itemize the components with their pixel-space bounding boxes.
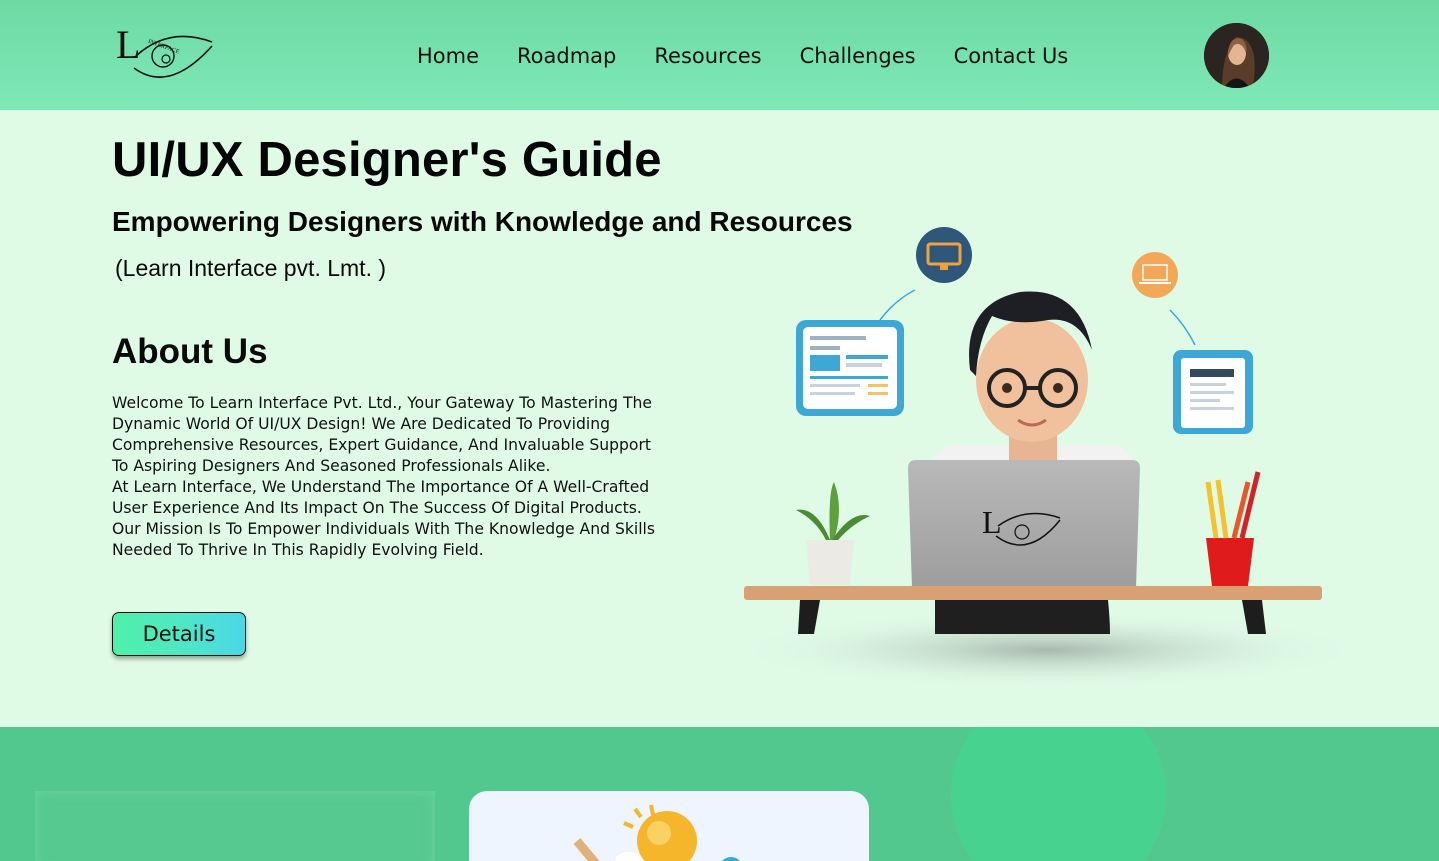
laptop: L bbox=[908, 460, 1140, 588]
laptop-icon bbox=[1132, 252, 1178, 298]
pencil-icon bbox=[1205, 471, 1261, 586]
logo[interactable]: L INTERFACE bbox=[114, 22, 218, 84]
site-header: L INTERFACE Home Roadmap Resources Chall… bbox=[0, 0, 1439, 110]
monitor-icon bbox=[916, 227, 972, 283]
designer-illustration: L bbox=[730, 227, 1368, 690]
article-icon bbox=[1173, 350, 1253, 434]
plant bbox=[796, 482, 870, 585]
nav-contact-us[interactable]: Contact Us bbox=[954, 40, 1069, 72]
feature-card[interactable] bbox=[35, 791, 435, 861]
decorative-circle bbox=[951, 727, 1166, 861]
details-button[interactable]: Details bbox=[112, 612, 246, 656]
logo-letter: L bbox=[116, 22, 140, 67]
svg-text:L: L bbox=[982, 504, 1002, 540]
nav-resources[interactable]: Resources bbox=[654, 40, 761, 72]
nav-home[interactable]: Home bbox=[417, 40, 479, 72]
lightbulb-icon bbox=[573, 804, 740, 861]
company-name: (Learn Interface pvt. Lmt. ) bbox=[115, 255, 387, 281]
main-nav: Home Roadmap Resources Challenges Contac… bbox=[417, 40, 1106, 72]
about-heading: About Us bbox=[112, 332, 268, 371]
about-text: Welcome To Learn Interface Pvt. Ltd., Yo… bbox=[112, 394, 656, 559]
user-avatar[interactable] bbox=[1204, 23, 1269, 88]
feature-card-ideas[interactable] bbox=[469, 791, 869, 861]
nav-roadmap[interactable]: Roadmap bbox=[517, 40, 616, 72]
features-section bbox=[0, 727, 1439, 861]
page-title: UI/UX Designer's Guide bbox=[112, 133, 662, 187]
document-icon bbox=[796, 320, 904, 416]
nav-challenges[interactable]: Challenges bbox=[800, 40, 916, 72]
